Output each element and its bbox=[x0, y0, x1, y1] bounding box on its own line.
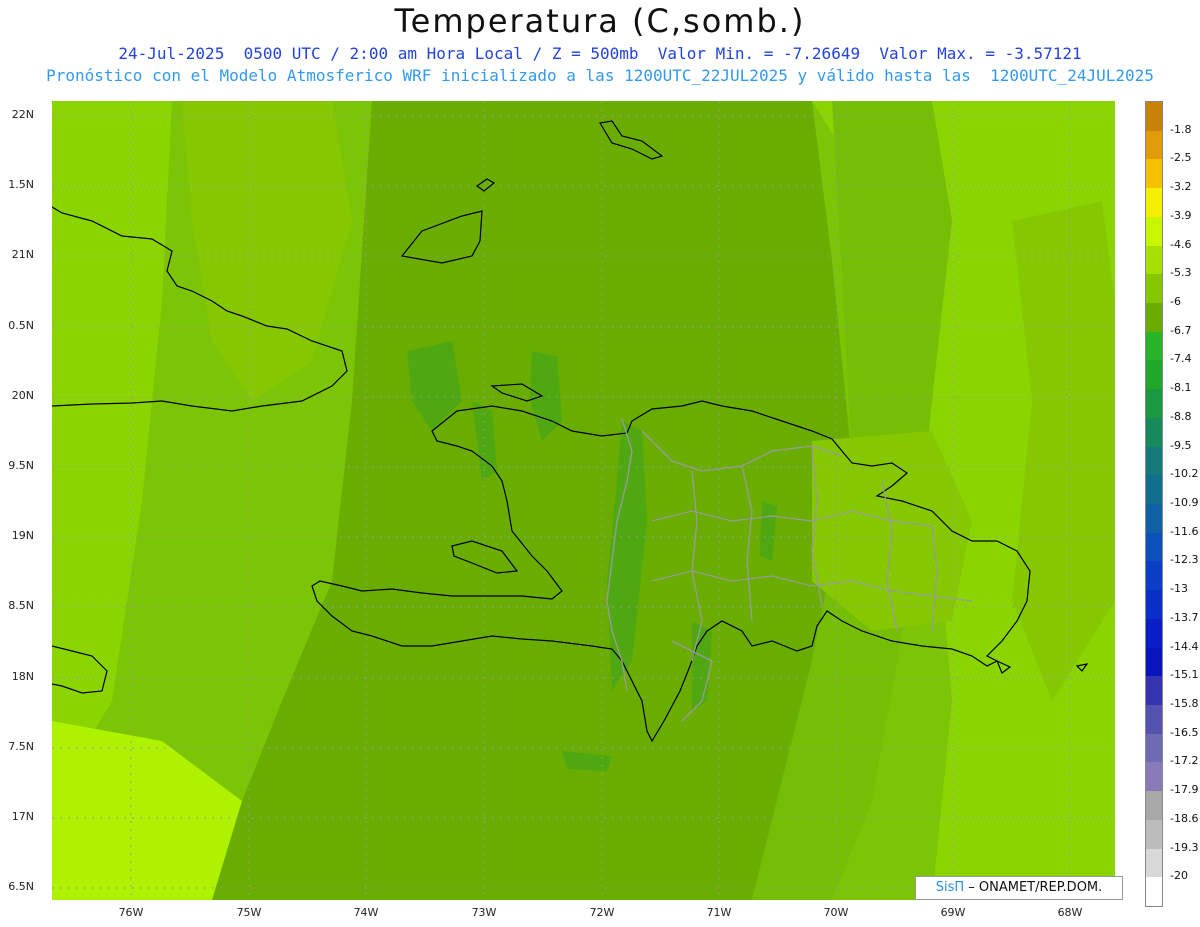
lat-label: 18N bbox=[11, 670, 34, 683]
colorbar-label: -5.3 bbox=[1170, 266, 1192, 280]
colorbar-segment bbox=[1146, 877, 1162, 907]
colorbar-label: -8.1 bbox=[1170, 381, 1192, 395]
lon-label: 71W bbox=[706, 906, 732, 919]
lon-label: 72W bbox=[589, 906, 615, 919]
colorbar-label: -10.9 bbox=[1170, 496, 1199, 509]
lat-label: 6.5N bbox=[8, 880, 34, 893]
colorbar-label: -15.1 bbox=[1170, 668, 1199, 682]
colorbar-label: -1.8 bbox=[1170, 122, 1192, 136]
colorbar bbox=[1145, 101, 1163, 907]
colorbar-segment bbox=[1146, 733, 1162, 763]
map-title: Temperatura (C,somb.) bbox=[394, 2, 806, 40]
map-subtitle-time: 24-Jul-2025 0500 UTC / 2:00 am Hora Loca… bbox=[118, 44, 1082, 63]
colorbar-segment bbox=[1146, 475, 1162, 505]
lat-label: 21N bbox=[11, 248, 34, 261]
colorbar-segment bbox=[1146, 188, 1162, 218]
colorbar-label: -4.6 bbox=[1170, 237, 1192, 251]
colorbar-segment bbox=[1146, 561, 1162, 591]
credit-sis: SisΠ bbox=[935, 880, 965, 895]
colorbar-label: -3.2 bbox=[1170, 180, 1192, 194]
lat-label: 9.5N bbox=[8, 459, 34, 472]
colorbar-label: -11.6 bbox=[1170, 524, 1199, 538]
colorbar-segment bbox=[1146, 389, 1162, 419]
map-svg bbox=[52, 101, 1115, 900]
lon-label: 73W bbox=[471, 906, 497, 919]
colorbar-segment bbox=[1146, 705, 1162, 734]
lon-label: 76W bbox=[118, 906, 144, 919]
lat-label: 8.5N bbox=[8, 599, 34, 612]
lat-label: 1.5N bbox=[8, 178, 34, 191]
colorbar-label: -3.9 bbox=[1170, 208, 1192, 222]
colorbar-segment bbox=[1146, 618, 1162, 648]
colorbar-label: -18.6 bbox=[1170, 811, 1199, 825]
lon-label: 68W bbox=[1057, 906, 1083, 919]
lat-label: 0.5N bbox=[8, 319, 34, 332]
colorbar-label: -14.4 bbox=[1170, 639, 1199, 653]
colorbar-segment bbox=[1146, 102, 1162, 131]
colorbar-segment bbox=[1146, 532, 1162, 562]
credit-box: SisΠ – ONAMET/REP.DOM. bbox=[915, 876, 1123, 900]
lat-label: 17N bbox=[11, 810, 34, 823]
lat-label: 19N bbox=[11, 529, 34, 542]
colorbar-label: -19.3 bbox=[1170, 840, 1199, 854]
lat-label: 22N bbox=[11, 108, 34, 121]
colorbar-segment bbox=[1146, 446, 1162, 476]
colorbar-segment bbox=[1146, 245, 1162, 275]
colorbar-label: -13.7 bbox=[1170, 610, 1199, 624]
colorbar-label: -20 bbox=[1170, 869, 1188, 883]
colorbar-segment bbox=[1146, 274, 1162, 304]
colorbar-label: -7.4 bbox=[1170, 352, 1192, 366]
colorbar-segment bbox=[1146, 216, 1162, 246]
temperature-map bbox=[52, 101, 1115, 900]
credit-org: – ONAMET/REP.DOM. bbox=[964, 880, 1103, 895]
colorbar-segment bbox=[1146, 590, 1162, 620]
colorbar-segment bbox=[1146, 360, 1162, 390]
colorbar-segment bbox=[1146, 848, 1162, 878]
colorbar-segment bbox=[1146, 819, 1162, 849]
lat-label: 7.5N bbox=[8, 740, 34, 753]
colorbar-label: -9.5 bbox=[1170, 438, 1192, 452]
colorbar-label: -8.8 bbox=[1170, 409, 1192, 423]
map-subtitle-model: Pronóstico con el Modelo Atmosferico WRF… bbox=[46, 66, 1154, 85]
colorbar-segment bbox=[1146, 331, 1162, 361]
colorbar-segment bbox=[1146, 762, 1162, 792]
colorbar-label: -6.7 bbox=[1170, 323, 1192, 337]
colorbar-label: -6 bbox=[1170, 295, 1181, 308]
colorbar-segment bbox=[1146, 417, 1162, 447]
lon-label: 74W bbox=[353, 906, 379, 919]
colorbar-label: -12.3 bbox=[1170, 553, 1199, 567]
colorbar-segment bbox=[1146, 130, 1162, 160]
colorbar-label: -2.5 bbox=[1170, 151, 1192, 165]
colorbar-segment bbox=[1146, 647, 1162, 677]
colorbar-segment bbox=[1146, 303, 1162, 332]
lat-label: 20N bbox=[11, 389, 34, 402]
colorbar-label: -16.5 bbox=[1170, 725, 1199, 739]
lon-label: 75W bbox=[236, 906, 262, 919]
colorbar-segment bbox=[1146, 504, 1162, 533]
colorbar-label: -17.9 bbox=[1170, 783, 1199, 797]
lon-label: 70W bbox=[823, 906, 849, 919]
colorbar-label: -17.2 bbox=[1170, 754, 1199, 768]
colorbar-segment bbox=[1146, 676, 1162, 706]
colorbar-label: -13 bbox=[1170, 582, 1188, 596]
colorbar-segment bbox=[1146, 791, 1162, 821]
colorbar-label: -15.8 bbox=[1170, 697, 1199, 710]
colorbar-segment bbox=[1146, 159, 1162, 189]
colorbar-label: -10.2 bbox=[1170, 467, 1199, 481]
lon-label: 69W bbox=[940, 906, 966, 919]
